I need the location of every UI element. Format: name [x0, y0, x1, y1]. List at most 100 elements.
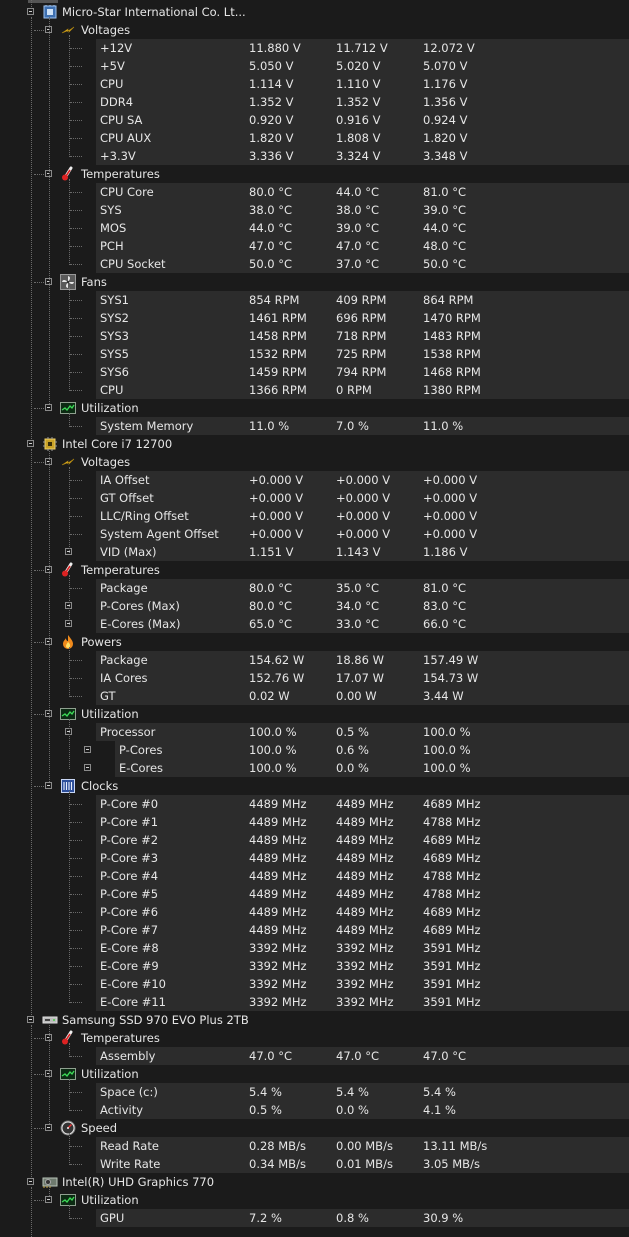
- sensor-row[interactable]: GT Offset +0.000 V +0.000 V +0.000 V: [0, 489, 629, 507]
- device-node[interactable]: Micro-Star International Co. Lt...: [0, 3, 629, 21]
- sensor-row[interactable]: CPU Core 80.0 °C 44.0 °C 81.0 °C: [0, 183, 629, 201]
- sensor-row[interactable]: CPU 1366 RPM 0 RPM 1380 RPM: [0, 381, 629, 399]
- maximum-value: +0.000 V: [423, 509, 478, 523]
- sensor-row[interactable]: SYS3 1458 RPM 718 RPM 1483 RPM: [0, 327, 629, 345]
- sensor-row[interactable]: CPU Socket 50.0 °C 37.0 °C 50.0 °C: [0, 255, 629, 273]
- sensor-tree[interactable]: Micro-Star International Co. Lt... Voltag…: [0, 0, 629, 1237]
- sensor-row[interactable]: +5V 5.050 V 5.020 V 5.070 V: [0, 57, 629, 75]
- minimum-value: 11.712 V: [336, 41, 388, 55]
- collapse-toggle[interactable]: [27, 8, 34, 15]
- sensor-row[interactable]: MOS 44.0 °C 39.0 °C 44.0 °C: [0, 219, 629, 237]
- sensor-group-node[interactable]: Powers: [0, 633, 629, 651]
- sensor-label: Read Rate: [100, 1139, 159, 1153]
- sensor-row[interactable]: P-Core #2 4489 MHz 4489 MHz 4689 MHz: [0, 831, 629, 849]
- minimum-value: 35.0 °C: [336, 581, 380, 595]
- sensor-row[interactable]: P-Cores (Max) 80.0 °C 34.0 °C 83.0 °C: [0, 597, 629, 615]
- sensor-row[interactable]: P-Cores 100.0 % 0.6 % 100.0 %: [0, 741, 629, 759]
- sensor-row[interactable]: VID (Max) 1.151 V 1.143 V 1.186 V: [0, 543, 629, 561]
- sensor-row[interactable]: +12V 11.880 V 11.712 V 12.072 V: [0, 39, 629, 57]
- sensor-label: CPU: [100, 77, 124, 91]
- sensor-row[interactable]: Assembly 47.0 °C 47.0 °C 47.0 °C: [0, 1047, 629, 1065]
- sensor-row[interactable]: Read Rate 0.28 MB/s 0.00 MB/s 13.11 MB/s: [0, 1137, 629, 1155]
- sensor-group-node[interactable]: Clocks: [0, 777, 629, 795]
- sensor-row[interactable]: LLC/Ring Offset +0.000 V +0.000 V +0.000 V: [0, 507, 629, 525]
- sensor-group-node[interactable]: Utilization: [0, 705, 629, 723]
- sensor-row[interactable]: IA Cores 152.76 W 17.07 W 154.73 W: [0, 669, 629, 687]
- minimum-value: 4489 MHz: [336, 851, 394, 865]
- collapse-toggle[interactable]: [45, 404, 52, 411]
- sensor-label: P-Core #6: [100, 905, 159, 919]
- sensor-row[interactable]: +3.3V 3.336 V 3.324 V 3.348 V: [0, 147, 629, 165]
- sensor-label: GPU: [100, 1211, 125, 1225]
- expand-toggle[interactable]: [84, 746, 91, 753]
- tree-connector: [70, 678, 82, 679]
- collapse-toggle[interactable]: [27, 440, 34, 447]
- sensor-row[interactable]: CPU 1.114 V 1.110 V 1.176 V: [0, 75, 629, 93]
- sensor-row[interactable]: SYS5 1532 RPM 725 RPM 1538 RPM: [0, 345, 629, 363]
- collapse-toggle[interactable]: [27, 1016, 34, 1023]
- sensor-row[interactable]: GPU 7.2 % 0.8 % 30.9 %: [0, 1209, 629, 1227]
- sensor-row[interactable]: Space (c:) 5.4 % 5.4 % 5.4 %: [0, 1083, 629, 1101]
- sensor-row[interactable]: P-Core #4 4489 MHz 4489 MHz 4788 MHz: [0, 867, 629, 885]
- tree-connector: [70, 1146, 82, 1147]
- sensor-row[interactable]: P-Core #1 4489 MHz 4489 MHz 4788 MHz: [0, 813, 629, 831]
- maximum-value: 3591 MHz: [423, 995, 481, 1009]
- minimum-value: 37.0 °C: [336, 257, 380, 271]
- sensor-group-node[interactable]: Temperatures: [0, 561, 629, 579]
- sensor-row[interactable]: E-Cores 100.0 % 0.0 % 100.0 %: [0, 759, 629, 777]
- sensor-group-node[interactable]: Utilization: [0, 1065, 629, 1083]
- sensor-row[interactable]: Package 80.0 °C 35.0 °C 81.0 °C: [0, 579, 629, 597]
- sensor-row[interactable]: SYS1 854 RPM 409 RPM 864 RPM: [0, 291, 629, 309]
- maximum-value: 154.73 W: [423, 671, 479, 685]
- sensor-group-node[interactable]: Utilization: [0, 1191, 629, 1209]
- utilization-icon: [60, 706, 76, 722]
- device-node[interactable]: Intel(R) UHD Graphics 770: [0, 1173, 629, 1191]
- sensor-row[interactable]: DDR4 1.352 V 1.352 V 1.356 V: [0, 93, 629, 111]
- sensor-group-node[interactable]: Speed: [0, 1119, 629, 1137]
- sensor-row[interactable]: SYS 38.0 °C 38.0 °C 39.0 °C: [0, 201, 629, 219]
- sensor-group-node[interactable]: Temperatures: [0, 165, 629, 183]
- sensor-group-node[interactable]: Temperatures: [0, 1029, 629, 1047]
- sensor-group-node[interactable]: Utilization: [0, 399, 629, 417]
- sensor-group-node[interactable]: Fans: [0, 273, 629, 291]
- maximum-value: 0.924 V: [423, 113, 468, 127]
- sensor-row[interactable]: Activity 0.5 % 0.0 % 4.1 %: [0, 1101, 629, 1119]
- sensor-row[interactable]: IA Offset +0.000 V +0.000 V +0.000 V: [0, 471, 629, 489]
- minimum-value: 1.110 V: [336, 77, 381, 91]
- sensor-row[interactable]: P-Core #3 4489 MHz 4489 MHz 4689 MHz: [0, 849, 629, 867]
- sensor-row[interactable]: P-Core #6 4489 MHz 4489 MHz 4689 MHz: [0, 903, 629, 921]
- sensor-row[interactable]: SYS2 1461 RPM 696 RPM 1470 RPM: [0, 309, 629, 327]
- sensor-row[interactable]: System Memory 11.0 % 7.0 % 11.0 %: [0, 417, 629, 435]
- minimum-value: 38.0 °C: [336, 203, 380, 217]
- tree-connector: [70, 1164, 82, 1165]
- sensor-row[interactable]: GT 0.02 W 0.00 W 3.44 W: [0, 687, 629, 705]
- sensor-group-node[interactable]: Voltages: [0, 21, 629, 39]
- tree-guide-line: [69, 179, 70, 265]
- sensor-row[interactable]: E-Core #9 3392 MHz 3392 MHz 3591 MHz: [0, 957, 629, 975]
- sensor-row[interactable]: P-Core #7 4489 MHz 4489 MHz 4689 MHz: [0, 921, 629, 939]
- collapse-toggle[interactable]: [27, 1178, 34, 1185]
- sensor-row[interactable]: System Agent Offset +0.000 V +0.000 V +0.00…: [0, 525, 629, 543]
- collapse-toggle[interactable]: [45, 782, 52, 789]
- sensor-row[interactable]: E-Core #11 3392 MHz 3392 MHz 3591 MHz: [0, 993, 629, 1011]
- sensor-row[interactable]: E-Cores (Max) 65.0 °C 33.0 °C 66.0 °C: [0, 615, 629, 633]
- sensor-row[interactable]: E-Core #10 3392 MHz 3392 MHz 3591 MHz: [0, 975, 629, 993]
- sensor-row[interactable]: PCH 47.0 °C 47.0 °C 48.0 °C: [0, 237, 629, 255]
- expand-toggle[interactable]: [84, 764, 91, 771]
- tree-connector: [34, 1038, 44, 1039]
- sensor-row[interactable]: Processor 100.0 % 0.5 % 100.0 %: [0, 723, 629, 741]
- sensor-row[interactable]: SYS6 1459 RPM 794 RPM 1468 RPM: [0, 363, 629, 381]
- collapse-toggle[interactable]: [45, 1196, 52, 1203]
- sensor-row[interactable]: CPU AUX 1.820 V 1.808 V 1.820 V: [0, 129, 629, 147]
- sensor-row[interactable]: Write Rate 0.34 MB/s 0.01 MB/s 3.05 MB/s: [0, 1155, 629, 1173]
- sensor-row[interactable]: P-Core #5 4489 MHz 4489 MHz 4788 MHz: [0, 885, 629, 903]
- sensor-row[interactable]: E-Core #8 3392 MHz 3392 MHz 3591 MHz: [0, 939, 629, 957]
- collapse-toggle[interactable]: [45, 1124, 52, 1131]
- sensor-group-node[interactable]: Voltages: [0, 453, 629, 471]
- sensor-row[interactable]: P-Core #0 4489 MHz 4489 MHz 4689 MHz: [0, 795, 629, 813]
- device-node[interactable]: Samsung SSD 970 EVO Plus 2TB: [0, 1011, 629, 1029]
- sensor-row[interactable]: CPU SA 0.920 V 0.916 V 0.924 V: [0, 111, 629, 129]
- sensor-row[interactable]: Package 154.62 W 18.86 W 157.49 W: [0, 651, 629, 669]
- minimum-value: 4489 MHz: [336, 923, 394, 937]
- device-node[interactable]: Intel Core i7 12700: [0, 435, 629, 453]
